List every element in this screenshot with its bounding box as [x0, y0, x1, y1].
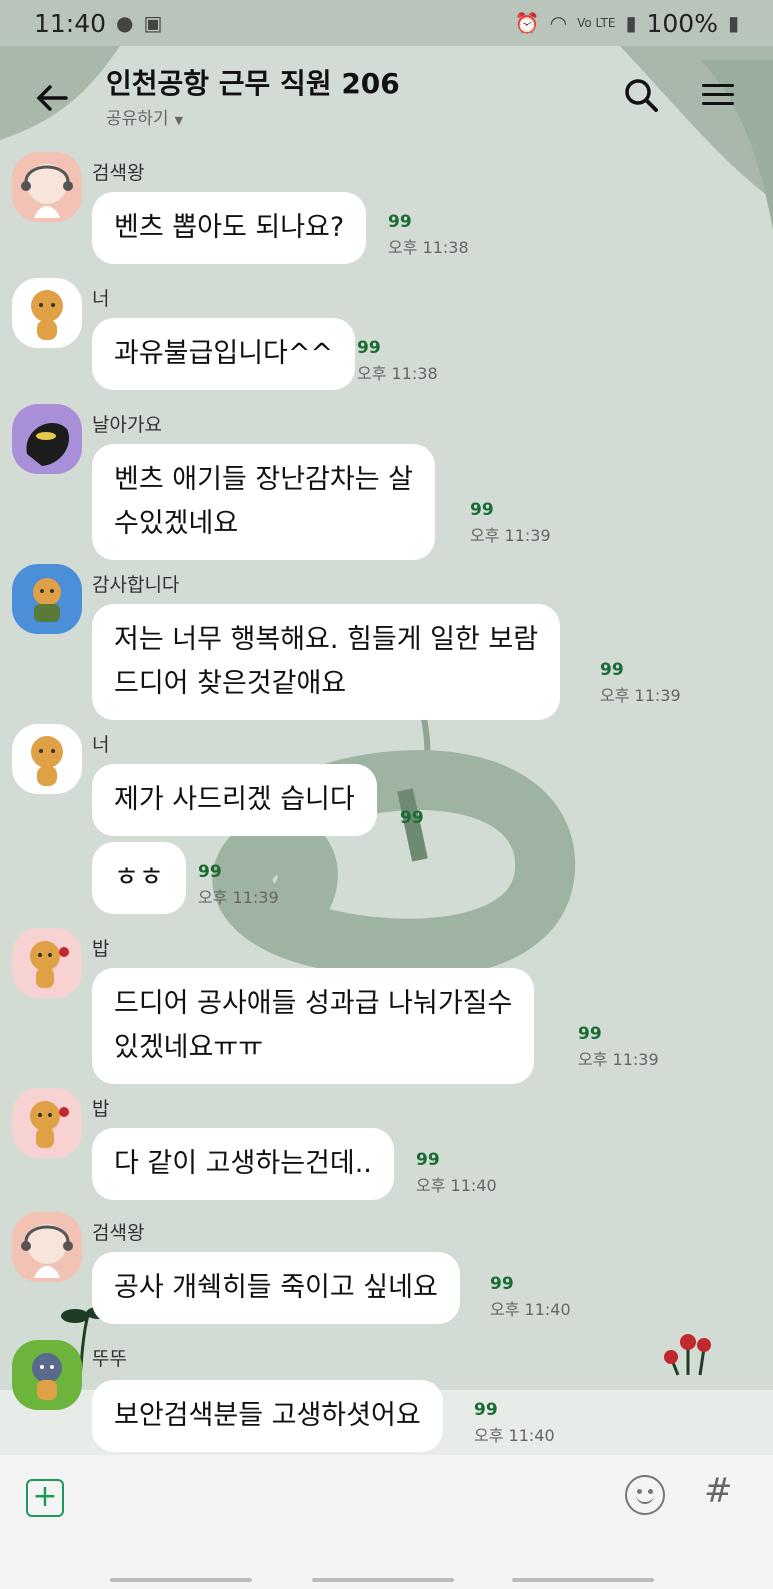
caret-down-icon: ▼ — [174, 114, 184, 127]
message-bubble[interactable]: 보안검색분들 고생하셧어요 — [92, 1380, 443, 1452]
message-time: 오후 11:39 — [578, 1050, 659, 1069]
message-time: 오후 11:39 — [600, 686, 681, 705]
volte-label: Vo LTE — [577, 16, 616, 30]
sender-name: 검색왕 — [92, 162, 145, 184]
message-bubble[interactable]: 벤츠 애기들 장난감차는 살 수있겠네요 — [92, 444, 435, 560]
message-text: 벤츠 뽑아도 되나요? — [114, 212, 345, 243]
message-time: 오후 11:40 — [490, 1300, 571, 1319]
back-arrow-icon[interactable] — [30, 76, 74, 120]
unread-count: 99 — [198, 862, 222, 882]
chat-header: 인천공항 근무 직원 206 공유하기 ▼ — [0, 46, 773, 146]
message-bubble[interactable]: 드디어 공사애들 성과급 나눠가질수 있겠네요ㅠㅠ — [92, 968, 535, 1084]
message-text: 공사 개쉑히들 죽이고 싶네요 — [114, 1272, 438, 1303]
unread-count: 99 — [578, 1024, 602, 1044]
battery-percent: 100% — [646, 8, 718, 38]
message-text: 드디어 찾은것같애요 — [114, 668, 347, 699]
unread-count: 99 — [400, 808, 424, 828]
nav-bar-handle — [312, 1578, 454, 1582]
unread-count: 99 — [416, 1150, 440, 1170]
avatar[interactable] — [12, 404, 82, 474]
message-text: 있겠네요ㅠㅠ — [114, 1032, 264, 1063]
message-time: 오후 11:38 — [388, 238, 469, 257]
message-time: 오후 11:40 — [474, 1426, 555, 1445]
message-text: 과유불급입니다^^ — [114, 338, 334, 369]
avatar[interactable] — [12, 564, 82, 634]
avatar[interactable] — [12, 724, 82, 794]
avatar[interactable] — [12, 1088, 82, 1158]
search-icon[interactable] — [620, 74, 664, 118]
hash-button[interactable]: # — [704, 1471, 733, 1511]
nav-bar-handle — [512, 1578, 654, 1582]
emoji-icon[interactable] — [625, 1475, 665, 1515]
share-label: 공유하기 — [106, 109, 169, 129]
message-bubble[interactable]: 제가 사드리겠 습니다 — [92, 764, 377, 836]
nav-bar-handle — [110, 1578, 252, 1582]
sender-name: 밥 — [92, 1098, 110, 1120]
input-bar: + # — [0, 1455, 773, 1589]
unread-count: 99 — [474, 1400, 498, 1420]
message-text: 수있겠네요 — [114, 508, 239, 539]
unread-count: 99 — [490, 1274, 514, 1294]
avatar[interactable] — [12, 1340, 82, 1410]
message-text: 제가 사드리겠 습니다 — [114, 784, 355, 815]
message-text: 저는 너무 행복해요. 힘들게 일한 보람 — [114, 624, 539, 655]
battery-icon: ▮ — [727, 11, 739, 35]
avatar[interactable] — [12, 278, 82, 348]
unread-count: 99 — [388, 212, 412, 232]
status-time: 11:40 — [34, 8, 107, 38]
message-bubble[interactable]: 벤츠 뽑아도 되나요? — [92, 192, 367, 264]
unread-count: 99 — [600, 660, 624, 680]
message-text: ㅎㅎ — [114, 862, 164, 893]
avatar[interactable] — [12, 928, 82, 998]
menu-icon[interactable] — [698, 78, 738, 114]
message-time: 오후 11:38 — [357, 364, 438, 383]
message-bubble[interactable]: 공사 개쉑히들 죽이고 싶네요 — [92, 1252, 460, 1324]
avatar[interactable] — [12, 1212, 82, 1282]
chat-title[interactable]: 인천공항 근무 직원 206 — [106, 62, 400, 102]
sender-name: 감사합니다 — [92, 574, 180, 596]
share-dropdown[interactable]: 공유하기 ▼ — [106, 104, 183, 129]
image-notification-icon: ▣ — [143, 11, 163, 35]
message-text: 드디어 공사애들 성과급 나눠가질수 — [114, 988, 513, 1019]
message-time: 오후 11:40 — [416, 1176, 497, 1195]
message-time: 오후 11:39 — [470, 526, 551, 545]
message-bubble[interactable]: 다 같이 고생하는건데.. — [92, 1128, 394, 1200]
unread-count: 99 — [357, 338, 381, 358]
status-bar: 11:40 ● ▣ ⏰ ◠ Vo LTE ▮ 100% ▮ — [0, 0, 773, 46]
message-bubble[interactable]: 과유불급입니다^^ — [92, 318, 356, 390]
signal-icon: ▮ — [625, 11, 637, 35]
message-bubble[interactable]: ㅎㅎ — [92, 842, 186, 914]
unread-count: 99 — [470, 500, 494, 520]
message-text: 다 같이 고생하는건데.. — [114, 1148, 372, 1179]
plus-icon[interactable]: + — [26, 1479, 64, 1517]
talk-notification-icon: ● — [116, 11, 134, 35]
sender-name: 뚜뚜 — [92, 1348, 127, 1370]
avatar[interactable] — [12, 152, 82, 222]
alarm-icon: ⏰ — [514, 11, 540, 35]
message-text: 벤츠 애기들 장난감차는 살 — [114, 464, 413, 495]
message-time: 오후 11:39 — [198, 888, 279, 907]
sender-name: 밥 — [92, 938, 110, 960]
sender-name: 날아가요 — [92, 414, 162, 436]
sender-name: 너 — [92, 288, 110, 310]
sender-name: 너 — [92, 734, 110, 756]
message-text: 보안검색분들 고생하셧어요 — [114, 1400, 421, 1431]
wifi-icon: ◠ — [549, 11, 568, 35]
sender-name: 검색왕 — [92, 1222, 145, 1244]
message-bubble[interactable]: 저는 너무 행복해요. 힘들게 일한 보람 드디어 찾은것같애요 — [92, 604, 561, 720]
